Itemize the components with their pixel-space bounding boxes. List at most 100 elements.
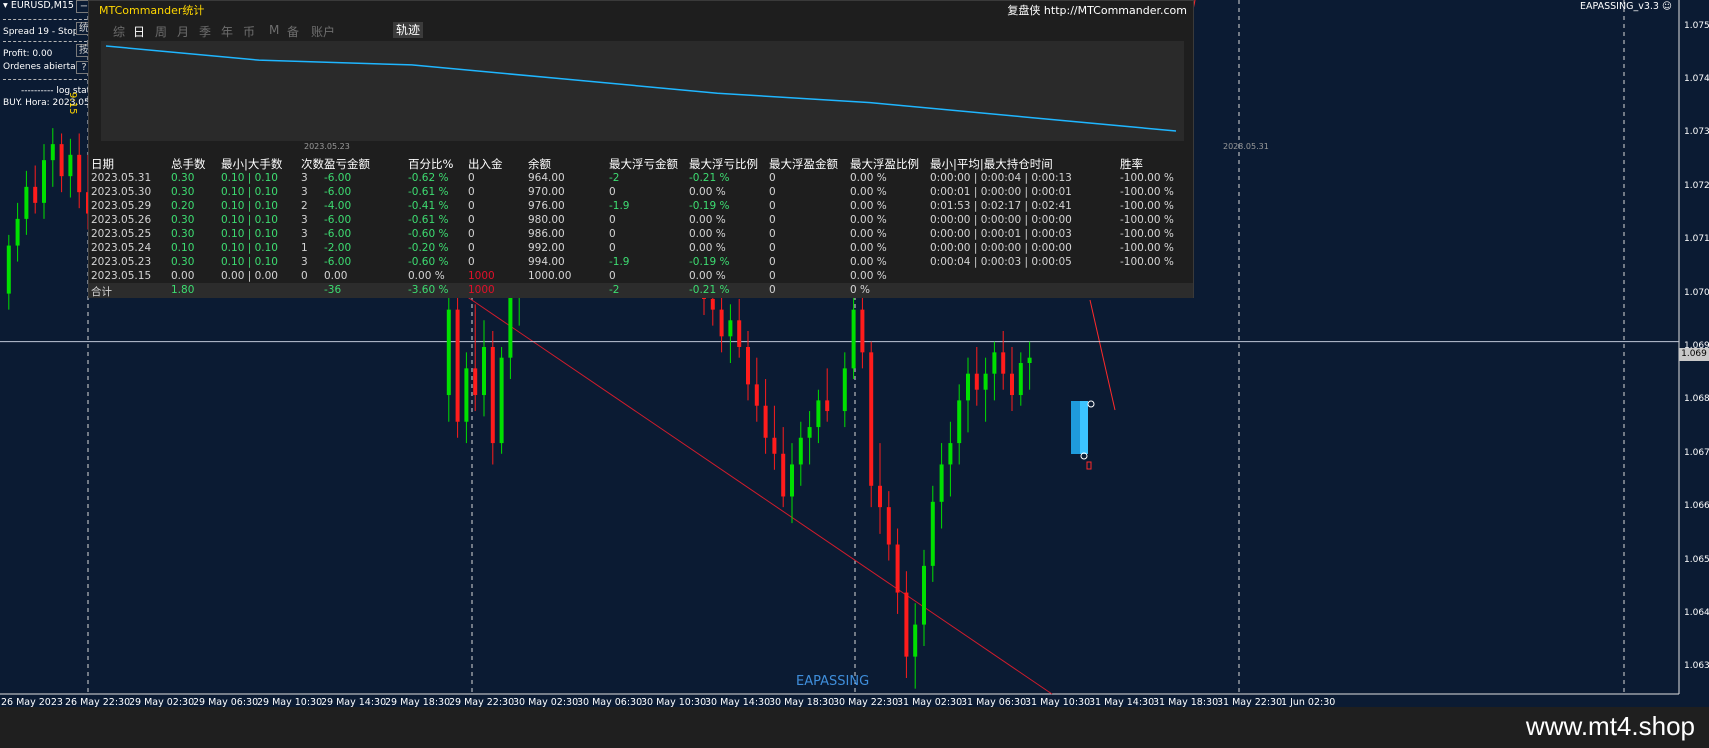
table-cell: 0.10 | 0.10 (221, 228, 278, 240)
tab-8[interactable]: 备 (287, 23, 299, 40)
panel-link[interactable]: 复盘侠 http://MTCommander.com (1007, 2, 1187, 18)
table-cell: 0 (609, 242, 616, 254)
column-header: 盈亏金额 (324, 157, 370, 171)
tab-3[interactable]: 月 (177, 23, 189, 40)
table-cell: 2023.05.24 (91, 242, 152, 254)
table-cell: 0:00:00 | 0:00:04 | 0:00:13 (930, 172, 1072, 184)
table-cell: 0:01:53 | 0:02:17 | 0:02:41 (930, 200, 1072, 212)
candle-body (930, 501, 935, 566)
table-cell: -1.9 (609, 256, 630, 268)
table-cell: 0 (769, 242, 776, 254)
tab-6[interactable]: 币 (243, 23, 255, 40)
trend-line (462, 293, 1053, 695)
table-cell: 2023.05.29 (91, 200, 152, 212)
total-cell: 合计 (91, 286, 112, 298)
candle-body (878, 485, 882, 508)
trajectory-button[interactable]: 轨迹 (393, 22, 423, 38)
symbol-header[interactable]: ▾ EURUSD,M15 (3, 0, 74, 12)
table-cell: -0.60 % (408, 228, 449, 240)
price-tick: 1.075 (1684, 20, 1709, 31)
table-cell: 992.00 (528, 242, 565, 254)
table-cell: 0.00 % (408, 270, 445, 282)
tab-5[interactable]: 年 (221, 23, 233, 40)
table-cell: 1000 (468, 270, 495, 282)
tab-7[interactable]: M (269, 23, 279, 37)
table-cell: 0.30 (171, 172, 195, 184)
table-cell: 0.00 % (850, 200, 887, 212)
candle-body (842, 368, 847, 412)
candle-body (473, 368, 478, 396)
table-cell: 0.00 | 0.00 (221, 270, 278, 282)
table-cell: 0 (769, 256, 776, 268)
tab-2[interactable]: 周 (155, 23, 167, 40)
stop-marker (1086, 461, 1092, 470)
candle-body (77, 154, 82, 193)
table-cell: 0.30 (171, 228, 195, 240)
table-cell: 970.00 (528, 186, 565, 198)
price-tick: 1.073 (1684, 127, 1709, 138)
table-cell: -0.60 % (408, 256, 449, 268)
column-header: 最大浮盈金额 (769, 157, 838, 171)
table-cell: -0.61 % (408, 186, 449, 198)
candle-body (42, 160, 46, 203)
column-header: 胜率 (1120, 157, 1143, 171)
table-cell: -0.21 % (689, 172, 730, 184)
column-header: 日期 (91, 157, 114, 171)
candle-body (1027, 357, 1032, 364)
candle-body (904, 592, 909, 657)
candle-body (807, 427, 812, 438)
total-cell: -2 (609, 284, 620, 296)
candle-body (966, 373, 970, 401)
table-cell: -4.00 (324, 200, 352, 212)
candle-body (825, 400, 830, 412)
ea-watermark: EAPASSING (796, 674, 870, 689)
tab-9[interactable]: 账户 (311, 23, 335, 40)
table-cell: 0 (769, 270, 776, 282)
panel-title: MTCommander统计 (99, 4, 205, 17)
symbol-label: EURUSD,M15 (10, 0, 74, 11)
candle-body (763, 405, 768, 438)
price-tick: 1.071 (1684, 234, 1709, 245)
table-cell: 0.00 % (689, 186, 726, 198)
bottom-bar (0, 707, 1709, 748)
table-cell: -0.19 % (689, 200, 730, 212)
table-cell: 0 (468, 214, 475, 226)
candle-body (922, 565, 926, 625)
candle-body (1001, 352, 1006, 374)
table-cell: 0.00 (171, 270, 195, 282)
tab-0[interactable]: 综 (113, 23, 125, 40)
table-cell: 0.00 % (850, 270, 887, 282)
table-cell: 0.00 % (689, 270, 726, 282)
table-cell: 0.30 (171, 214, 195, 226)
stats-panel: MTCommander统计 复盘侠 http://MTCommander.com… (88, 0, 1269, 298)
entry-marker (1087, 400, 1095, 408)
tab-1[interactable]: 日 (133, 23, 145, 40)
table-cell: 976.00 (528, 200, 565, 212)
total-cell: 0 % (850, 284, 870, 296)
candle-body (948, 443, 953, 465)
total-cell: -0.21 % (689, 284, 730, 296)
table-cell: -100.00 % (1120, 200, 1174, 212)
total-cell: 1.80 (171, 284, 195, 296)
table-cell: 0.00 % (689, 242, 726, 254)
table-cell: 0 (468, 186, 475, 198)
table-cell: 0:00:00 | 0:00:00 | 0:00:00 (930, 214, 1072, 226)
table-cell: 0.00 % (850, 256, 887, 268)
table-cell: -0.62 % (408, 172, 449, 184)
price-tick: 1.074 (1684, 74, 1709, 85)
table-cell: 0.00 % (850, 228, 887, 240)
price-tick: 1.064 (1684, 607, 1709, 618)
price-tick: 1.063 (1684, 661, 1709, 672)
table-cell: 0 (609, 214, 616, 226)
table-cell: -0.61 % (408, 214, 449, 226)
price-tick: 1.070 (1684, 287, 1709, 298)
table-cell: 0.00 % (850, 214, 887, 226)
candle-body (490, 347, 495, 444)
table-cell: -2.00 (324, 242, 352, 254)
ea-name-label[interactable]: EAPASSING_v3.3 ☺ (1580, 1, 1672, 12)
tab-4[interactable]: 季 (199, 23, 211, 40)
candle-body (754, 384, 759, 406)
table-cell: 2023.05.25 (91, 228, 152, 240)
column-header: 最小|平均|最大持仓时间 (930, 157, 1053, 171)
column-header: 最大浮亏金额 (609, 157, 678, 171)
